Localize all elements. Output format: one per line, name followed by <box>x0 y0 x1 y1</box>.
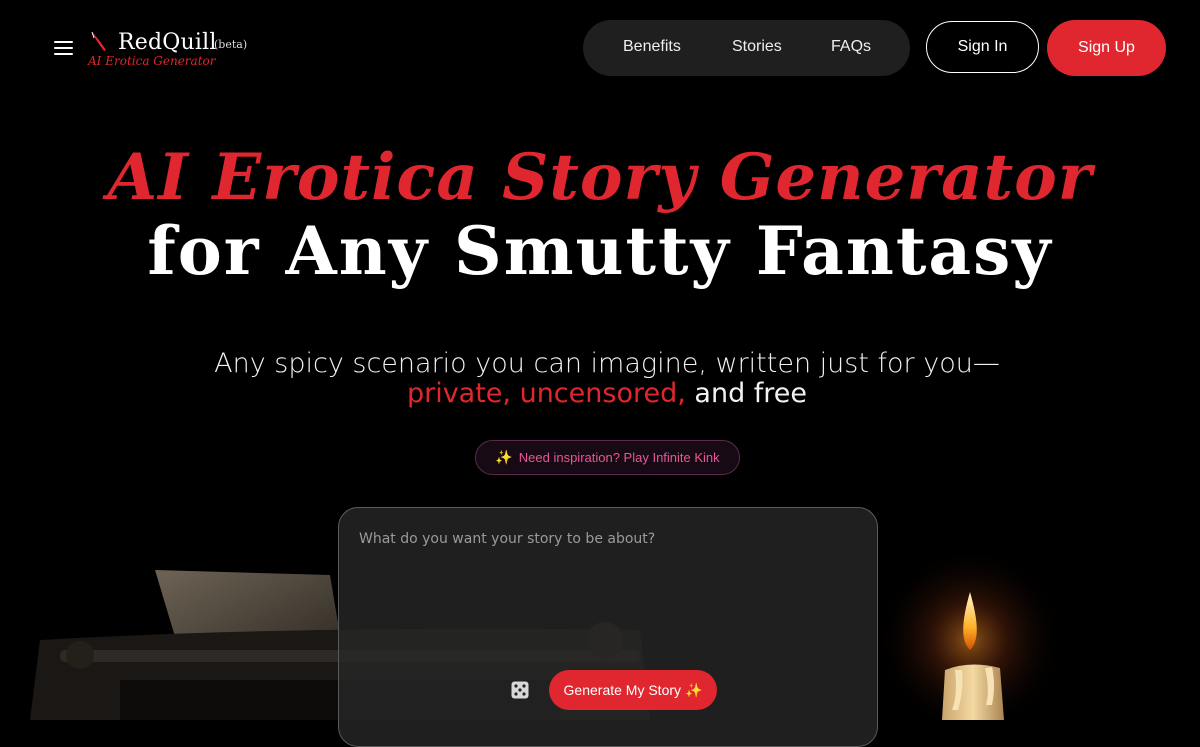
generate-label: Generate My Story <box>563 682 682 698</box>
hero-title-line2: for Any Smutty Fantasy <box>147 212 1053 290</box>
nav-stories[interactable]: Stories <box>732 38 782 56</box>
inspiration-label: Need inspiration? Play Infinite Kink <box>518 450 720 465</box>
subtitle-end: and free <box>694 378 808 409</box>
sign-in-button[interactable]: Sign In <box>926 21 1039 73</box>
nav-benefits[interactable]: Benefits <box>623 38 681 56</box>
subtitle-highlight: private, uncensored, <box>406 378 686 409</box>
quill-icon <box>91 31 106 51</box>
generate-story-button[interactable]: Generate My Story ✨ <box>549 670 717 710</box>
nav-faqs[interactable]: FAQs <box>831 38 871 56</box>
main-nav: Benefits Stories FAQs <box>583 20 910 76</box>
brand-tagline: AI Erotica Generator <box>88 54 216 68</box>
hamburger-menu-icon[interactable] <box>54 41 74 55</box>
hero-subtitle-line2: private, uncensored, and free <box>0 378 1200 409</box>
story-prompt-box: Generate My Story ✨ <box>338 507 878 747</box>
hero-title-line1: AI Erotica Story Generator <box>107 140 1093 215</box>
brand-name: RedQuill <box>118 30 217 55</box>
candle-image <box>875 545 1065 720</box>
beta-label: (beta) <box>214 38 248 51</box>
inspiration-link[interactable]: ✨ Need inspiration? Play Infinite Kink <box>475 440 740 475</box>
dice-icon[interactable] <box>511 681 529 699</box>
story-prompt-input[interactable] <box>357 530 861 548</box>
sparkles-icon: ✨ <box>495 449 513 466</box>
hero-subtitle-line1: Any spicy scenario you can imagine, writ… <box>214 348 1000 379</box>
sparkles-icon: ✨ <box>685 681 703 698</box>
sign-up-button[interactable]: Sign Up <box>1047 20 1166 76</box>
